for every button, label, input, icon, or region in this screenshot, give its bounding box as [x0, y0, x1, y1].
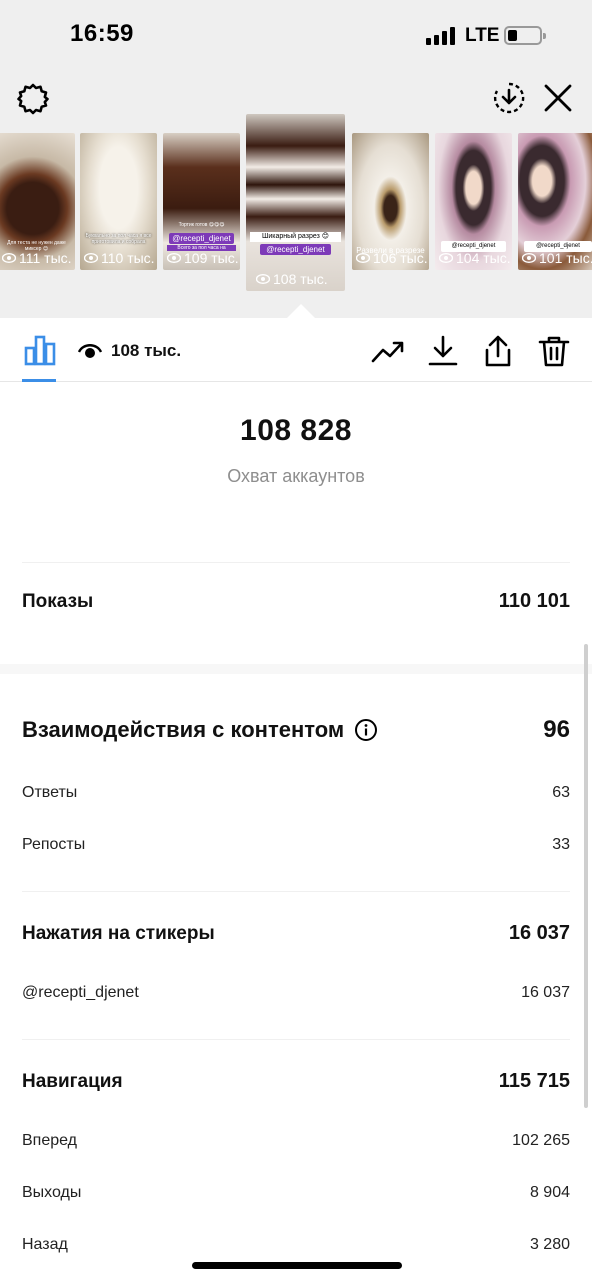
story-caption: Тортик готов 😋😋😋 — [178, 222, 225, 228]
exits-value: 8 904 — [529, 1184, 570, 1201]
eye-icon — [77, 342, 103, 360]
story-thumbnail[interactable]: Развели в разрезе 106 тыс. — [352, 133, 429, 270]
replies-row: Ответы 63 — [22, 784, 570, 802]
divider — [22, 1039, 570, 1040]
forward-value: 102 265 — [512, 1132, 570, 1149]
story-thumbnail[interactable]: @recepti_djenet 101 тыс. — [518, 133, 592, 270]
story-views: 109 тыс. — [167, 250, 239, 266]
story-thumbnail[interactable]: @recepti_djenet 104 тыс. — [435, 133, 512, 270]
replies-value: 63 — [552, 784, 570, 801]
story-views: 110 тыс. — [84, 250, 155, 266]
status-bar: 16:59 LTE — [0, 0, 592, 70]
scrollbar[interactable] — [584, 644, 588, 1108]
reach-label: Охват аккаунтов — [227, 466, 365, 486]
impressions-label: Показы — [22, 590, 94, 612]
story-views: 111 тыс. — [2, 250, 72, 266]
replies-label: Ответы — [22, 784, 78, 801]
active-tab-indicator — [22, 379, 56, 382]
section-separator — [0, 664, 592, 674]
navigation-row: Навигация 115 715 — [22, 1070, 570, 1093]
navigation-label: Навигация — [22, 1070, 123, 1092]
reposts-row: Репосты 33 — [22, 836, 570, 854]
story-views-value: 104 тыс. — [456, 250, 511, 266]
trending-icon[interactable] — [371, 334, 405, 368]
sticker-mention-row: @recepti_djenet 16 037 — [22, 984, 570, 1002]
insights-panel: 108 тыс. 108 828 Охват аккаунтов Показы … — [0, 318, 592, 1280]
story-thumbnail[interactable]: Для теста не нужен даже миксер 😊 111 тыс… — [0, 133, 75, 270]
selection-pointer — [287, 304, 315, 318]
reach-summary: 108 828 Охват аккаунтов — [0, 414, 592, 487]
forward-label: Вперед — [22, 1132, 78, 1149]
story-views: 106 тыс. — [356, 250, 428, 266]
story-mention-sticker: @recepti_djenet — [169, 233, 234, 244]
story-caption: Буквально за пол часа я все приготовила … — [85, 233, 152, 245]
back-value: 3 280 — [529, 1236, 570, 1253]
download-circle-icon[interactable] — [492, 81, 526, 115]
forward-row: Вперед 102 265 — [22, 1132, 570, 1150]
story-views-value: 101 тыс. — [539, 250, 592, 266]
battery-icon — [504, 26, 546, 45]
interactions-row: Взаимодействия с контентом 96 — [22, 716, 570, 744]
story-views: 108 тыс. — [256, 271, 328, 287]
story-thumbnail-selected[interactable]: Шикарный разрез 😊 @recepti_djenet 108 ты… — [246, 114, 345, 291]
sticker-taps-label: Нажатия на стикеры — [22, 922, 215, 944]
share-icon[interactable] — [481, 334, 515, 368]
story-views-value: 109 тыс. — [184, 250, 239, 266]
download-icon[interactable] — [426, 334, 460, 368]
back-label: Назад — [22, 1236, 68, 1253]
story-thumbnail[interactable]: Буквально за пол часа я все приготовила … — [80, 133, 157, 270]
bar-chart-icon[interactable] — [24, 334, 56, 366]
story-views-value: 108 тыс. — [273, 271, 328, 287]
exits-row: Выходы 8 904 — [22, 1184, 570, 1202]
impressions-row: Показы 110 101 — [22, 590, 570, 613]
sticker-taps-row: Нажатия на стикеры 16 037 — [22, 922, 570, 945]
settings-icon[interactable] — [16, 82, 50, 116]
story-views: 101 тыс. — [522, 250, 592, 266]
signal-icon — [426, 27, 458, 45]
status-time: 16:59 — [70, 20, 134, 47]
navigation-value: 115 715 — [498, 1070, 570, 1092]
story-thumbnails: Для теста не нужен даже миксер 😊 111 тыс… — [0, 112, 592, 292]
views-count: 108 тыс. — [111, 341, 182, 360]
sticker-mention-label: @recepti_djenet — [22, 984, 139, 1001]
reach-value: 108 828 — [240, 414, 352, 447]
sticker-taps-value: 16 037 — [508, 922, 570, 944]
sticker-mention-value: 16 037 — [521, 984, 570, 1001]
story-mention-sticker: @recepti_djenet — [260, 244, 331, 255]
reposts-label: Репосты — [22, 836, 86, 853]
story-views-value: 106 тыс. — [373, 250, 428, 266]
insights-toolbar: 108 тыс. — [0, 318, 592, 382]
story-strip-area: 16:59 LTE Для теста не нужен даже миксер… — [0, 0, 592, 318]
delete-icon[interactable] — [537, 334, 571, 368]
network-label: LTE — [465, 25, 500, 46]
interactions-label: Взаимодействия с контентом — [22, 717, 345, 742]
exits-label: Выходы — [22, 1184, 82, 1201]
story-thumbnail[interactable]: Тортик готов 😋😋😋 @recepti_djenet Всего з… — [163, 133, 240, 270]
interactions-title: Взаимодействия с контентом — [22, 717, 378, 743]
divider — [22, 562, 570, 563]
story-views-value: 110 тыс. — [101, 250, 155, 266]
reposts-value: 33 — [552, 836, 570, 853]
home-indicator[interactable] — [192, 1262, 402, 1269]
impressions-value: 110 101 — [498, 590, 570, 612]
info-icon[interactable] — [354, 718, 378, 742]
story-caption: Шикарный разрез 😊 — [250, 232, 341, 242]
close-icon[interactable] — [542, 82, 574, 114]
back-row: Назад 3 280 — [22, 1236, 570, 1254]
story-views: 104 тыс. — [439, 250, 511, 266]
divider — [22, 891, 570, 892]
story-views-value: 111 тыс. — [19, 250, 72, 266]
interactions-value: 96 — [543, 716, 570, 743]
